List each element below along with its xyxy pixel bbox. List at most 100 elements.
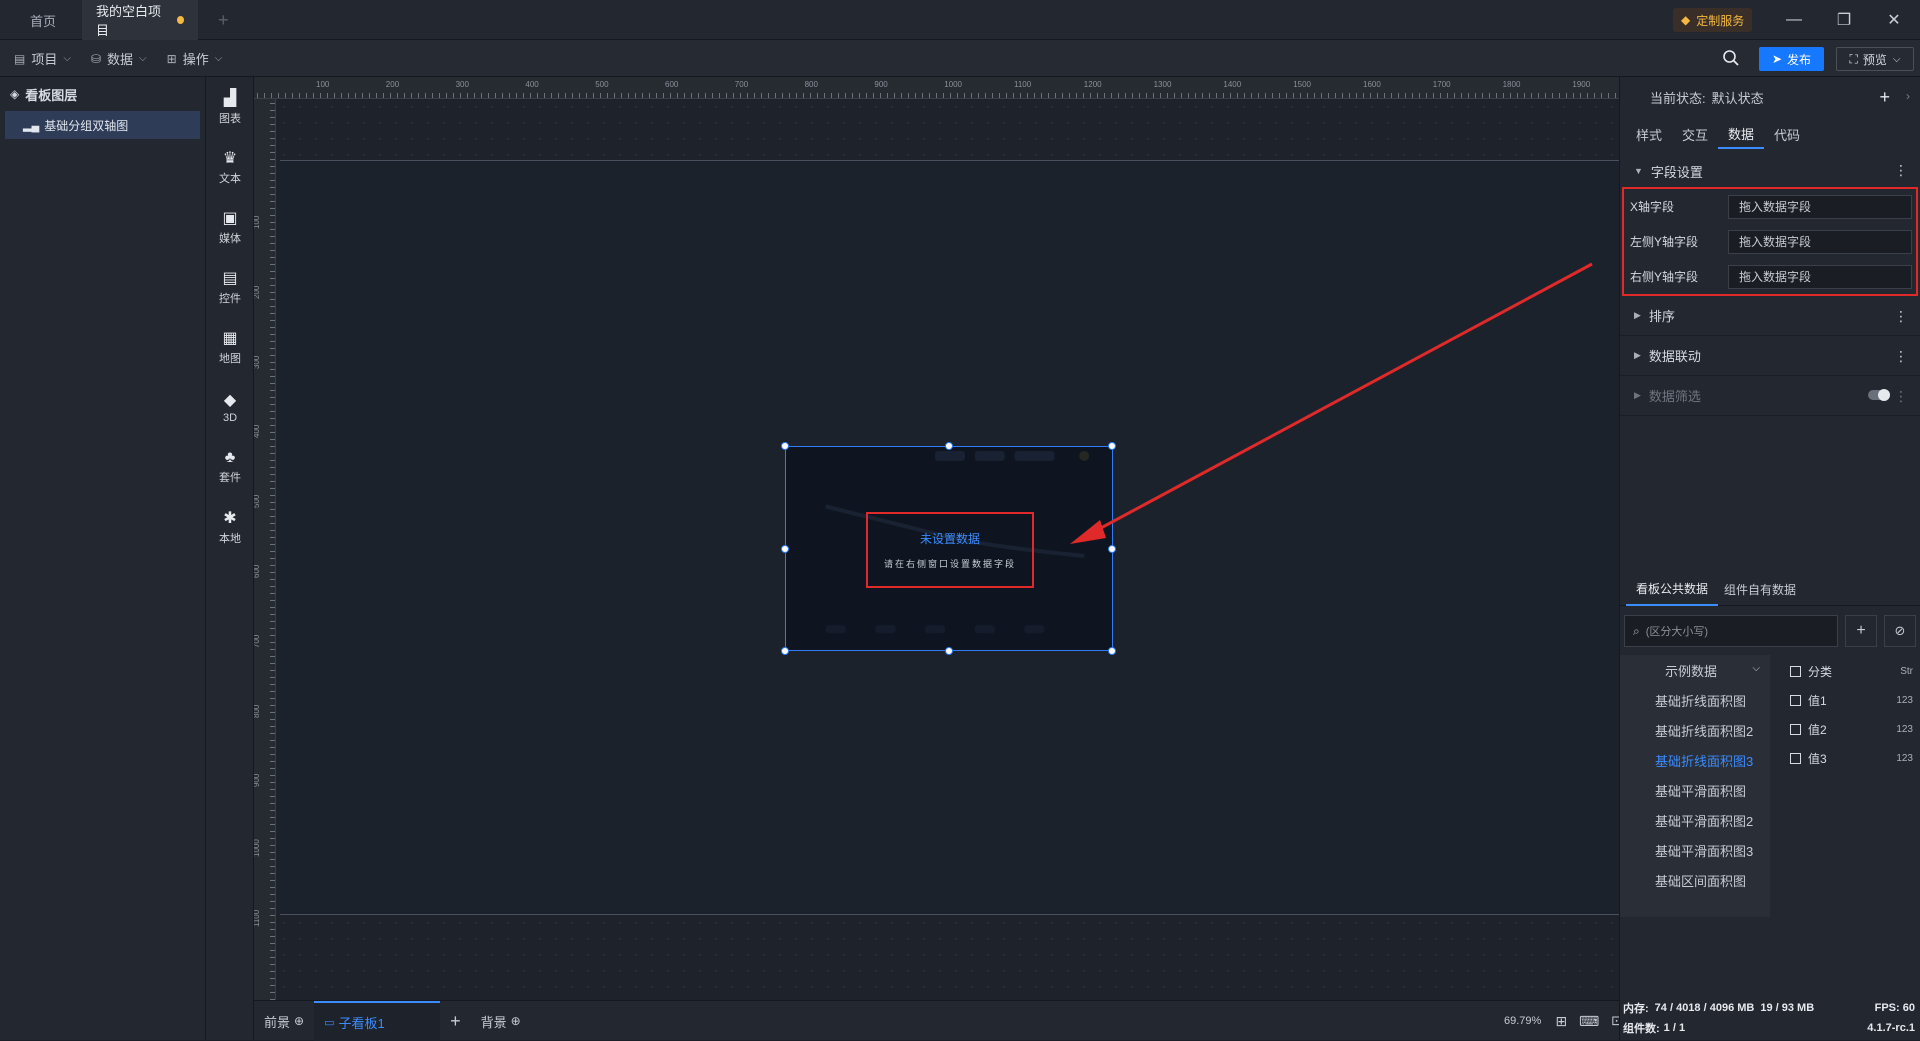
tab-style[interactable]: 样式 <box>1626 119 1672 149</box>
dataset-search-input[interactable]: ⌕ (区分大小写) <box>1624 615 1838 647</box>
resize-handle-top-left[interactable] <box>781 442 789 450</box>
no-data-title: 未设置数据 <box>919 532 980 546</box>
keyboard-icon[interactable]: ⌨ <box>1579 1013 1599 1030</box>
sort-section[interactable]: ▶ 排序 ⋮ <box>1620 296 1920 336</box>
dataset-item[interactable]: 基础平滑面积图2 <box>1620 805 1770 835</box>
add-dataset-button[interactable]: + <box>1845 615 1877 647</box>
tool-control[interactable]: ▤ 控件 <box>206 257 254 317</box>
data-field-item[interactable]: 值2 123 <box>1790 715 1920 744</box>
tab-home[interactable]: 首页 <box>16 0 70 40</box>
grid-icon: ⊞ <box>166 51 177 66</box>
tab-data[interactable]: 数据 <box>1718 119 1765 149</box>
tool-kit[interactable]: ♣ 套件 <box>206 437 254 497</box>
ruler-horizontal[interactable]: 100 200 300 400 500 600 700 800 900 1000 1100 1200 1… <box>254 77 1619 99</box>
more-vertical-icon[interactable]: ⋮ <box>1894 388 1908 405</box>
menu-bar: ▤ 项目 ⌵ ⛁ 数据 ⌵ ⊞ 操作 ⌵ ➤ 发布 ⛶ 预览 ⌵ <box>0 40 1920 77</box>
caret-right-icon: ▶ <box>1634 350 1641 360</box>
tab-board-public-data[interactable]: 看板公共数据 <box>1626 574 1719 606</box>
menu-data[interactable]: ⛁ 数据 ⌵ <box>81 40 157 77</box>
ruler-tick-label: 700 <box>734 80 749 89</box>
dataset-item[interactable]: 基础折线面积图2 <box>1620 715 1770 745</box>
add-board-button[interactable]: + <box>440 1001 471 1041</box>
dataset-item[interactable]: 基础平滑面积图3 <box>1620 835 1770 865</box>
state-selector[interactable]: 当前状态: 默认状态 + › <box>1620 77 1920 117</box>
left-y-axis-field-input[interactable]: 拖入数据字段 <box>1728 229 1912 254</box>
dataset-item[interactable]: 基础平滑面积图 <box>1620 775 1770 805</box>
more-vertical-icon[interactable]: ⋮ <box>1894 162 1908 179</box>
map-icon: ▦ <box>222 330 238 347</box>
fit-screen-icon[interactable]: ⊞ <box>1555 1013 1567 1030</box>
resize-handle-top[interactable] <box>945 442 953 450</box>
ruler-tick-label: 600 <box>665 80 679 89</box>
publish-button[interactable]: ➤ 发布 <box>1759 47 1824 71</box>
ruler-tick-label: 400 <box>254 425 261 439</box>
resize-handle-bottom-left[interactable] <box>781 647 789 655</box>
dataset-item-active[interactable]: 基础折线面积图3 <box>1620 745 1770 775</box>
tool-local[interactable]: ✱ 本地 <box>206 497 254 557</box>
add-state-icon[interactable]: + <box>1879 87 1890 108</box>
right-y-axis-field-input[interactable]: 拖入数据字段 <box>1728 264 1912 289</box>
tool-chart[interactable]: ▟ 图表 <box>206 77 254 137</box>
more-vertical-icon[interactable]: ⋮ <box>1894 308 1908 325</box>
tool-media[interactable]: ▣ 媒体 <box>206 197 254 257</box>
minimize-button[interactable]: — <box>1769 0 1819 40</box>
kit-icon: ♣ <box>224 449 236 466</box>
component-toolbox: ▟ 图表 ♛ 文本 ▣ 媒体 ▤ 控件 ▦ 地图 ◆ 3D ♣ 套件 ✱ 本地 <box>206 77 254 1040</box>
bar-chart-icon: ▂▄ <box>23 119 40 132</box>
data-field-item[interactable]: 值3 123 <box>1790 744 1920 773</box>
x-axis-field-input[interactable]: 拖入数据字段 <box>1728 194 1912 219</box>
no-data-hint: 请在右侧窗口设置数据字段 <box>883 559 1016 569</box>
restore-button[interactable]: ❐ <box>1819 0 1869 40</box>
resize-handle-left[interactable] <box>781 545 789 553</box>
chevron-right-icon[interactable]: › <box>1906 89 1910 103</box>
resize-handle-bottom[interactable] <box>945 647 953 655</box>
diamond-icon: ◆ <box>1681 13 1691 27</box>
foreground-tab[interactable]: 前景 ⊕ <box>254 1001 314 1041</box>
zoom-level: 69.79% <box>1504 1015 1542 1027</box>
ruler-vertical[interactable]: 100 200 300 400 500 600 700 800 900 1000 1100 <box>254 99 276 1000</box>
menu-operation[interactable]: ⊞ 操作 ⌵ <box>157 40 233 77</box>
data-linkage-section[interactable]: ▶ 数据联动 ⋮ <box>1620 336 1920 376</box>
tool-map[interactable]: ▦ 地图 <box>206 317 254 377</box>
ruler-tick-label: 1100 <box>1014 80 1032 89</box>
ruler-tick-label: 1100 <box>254 909 261 927</box>
edit-dataset-button[interactable]: ⊘ <box>1884 615 1916 647</box>
layers-header: ◈ 看板图层 <box>10 87 78 103</box>
checkbox-icon <box>1790 724 1801 735</box>
ruler-tick-label: 1900 <box>1572 80 1591 89</box>
tab-code[interactable]: 代码 <box>1764 119 1810 149</box>
no-data-hint-box: 未设置数据 请在右侧窗口设置数据字段 <box>866 512 1034 588</box>
preview-button[interactable]: ⛶ 预览 ⌵ <box>1836 47 1914 71</box>
title-bar: 首页 我的空白项目 + ◆ 定制服务 — ❐ ✕ <box>0 0 1920 40</box>
more-vertical-icon[interactable]: ⋮ <box>1894 348 1908 365</box>
tab-project[interactable]: 我的空白项目 <box>82 0 198 40</box>
custom-service-button[interactable]: ◆ 定制服务 <box>1673 8 1753 32</box>
tab-component-own-data[interactable]: 组件自有数据 <box>1718 574 1802 606</box>
send-icon: ➤ <box>1771 52 1783 66</box>
dataset-item[interactable]: 基础区间面积图 <box>1620 865 1770 895</box>
background-tab[interactable]: 背景 ⊕ <box>471 1001 531 1041</box>
plus-icon: + <box>1856 622 1866 639</box>
sub-board-tab[interactable]: ▭ 子看板1 <box>314 1001 441 1041</box>
tab-interaction[interactable]: 交互 <box>1672 119 1718 149</box>
data-field-item[interactable]: 分类 Str <box>1790 657 1920 686</box>
dataset-item[interactable]: 基础折线面积图 <box>1620 685 1770 715</box>
caret-down-icon: ▼ <box>1634 166 1643 176</box>
layer-item[interactable]: ▂▄ 基础分组双轴图 <box>5 111 200 139</box>
new-tab-button[interactable]: + <box>204 0 243 40</box>
puzzle-icon: ✱ <box>223 510 237 527</box>
field-settings-section[interactable]: ▼ 字段设置 ⋮ <box>1620 155 1920 187</box>
dataset-group-selector[interactable]: 示例数据 ⌵ <box>1620 655 1770 685</box>
close-button[interactable]: ✕ <box>1869 0 1919 40</box>
unsaved-dot-icon <box>177 16 184 24</box>
resize-handle-bottom-right[interactable] <box>1108 647 1116 655</box>
data-field-item[interactable]: 值1 123 <box>1790 686 1920 715</box>
search-icon <box>1723 50 1739 66</box>
data-filter-toggle[interactable] <box>1868 389 1890 401</box>
tool-text[interactable]: ♛ 文本 <box>206 137 254 197</box>
search-button[interactable] <box>1722 49 1742 69</box>
tool-3d[interactable]: ◆ 3D <box>206 377 254 437</box>
annotation-arrow <box>1070 262 1593 544</box>
data-filter-section[interactable]: ▶ 数据筛选 ⋮ <box>1620 376 1920 416</box>
menu-project[interactable]: ▤ 项目 ⌵ <box>4 40 81 77</box>
